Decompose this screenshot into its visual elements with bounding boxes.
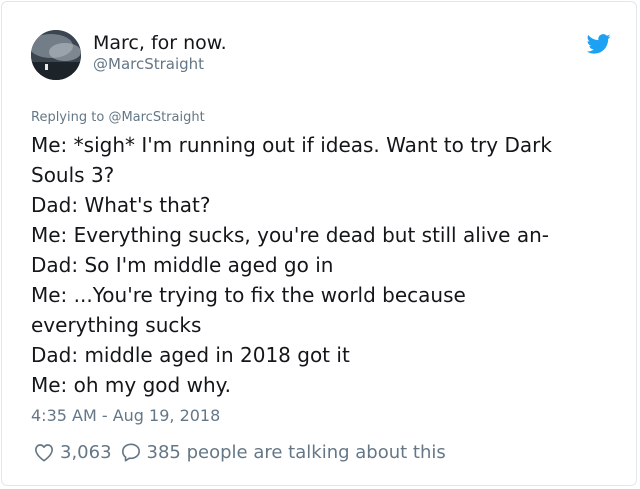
engagement-bar: 3,063 385 people are talking about this [33, 440, 446, 464]
like-count[interactable]: 3,063 [60, 442, 112, 463]
tweet-line: Me: *sigh* I'm running out if ideas. Wan… [31, 133, 552, 157]
tweet-line: Dad: So I'm middle aged go in [31, 253, 334, 277]
tweet-line: Souls 3? [31, 163, 115, 187]
replying-to-line: Replying to @MarcStraight [31, 110, 205, 125]
tweet-line: Me: Everything sucks, you're dead but st… [31, 223, 549, 247]
talking-about-text[interactable]: 385 people are talking about this [147, 442, 446, 463]
tweet-card: Marc, for now. @MarcStraight Replying to… [1, 1, 637, 486]
author-display-name[interactable]: Marc, for now. [93, 32, 227, 54]
replying-to-handle[interactable]: @MarcStraight [108, 110, 204, 125]
tweet-line: Dad: middle aged in 2018 got it [31, 343, 350, 367]
tweet-line: everything sucks [31, 313, 202, 337]
speech-bubble-icon[interactable] [120, 442, 142, 462]
twitter-bird-icon[interactable] [587, 34, 611, 54]
tweet-text: Me: *sigh* I'm running out if ideas. Wan… [31, 130, 621, 400]
author-handle[interactable]: @MarcStraight [93, 55, 204, 73]
tweet-line: Me: oh my god why. [31, 373, 231, 397]
replying-to-label: Replying to [31, 110, 105, 125]
heart-icon[interactable] [33, 442, 55, 462]
tweet-timestamp[interactable]: 4:35 AM - Aug 19, 2018 [31, 406, 220, 425]
tweet-line: Me: ...You're trying to fix the world be… [31, 283, 466, 307]
tweet-line: Dad: What's that? [31, 193, 211, 217]
avatar-image [31, 30, 81, 80]
author-avatar[interactable] [31, 30, 81, 80]
